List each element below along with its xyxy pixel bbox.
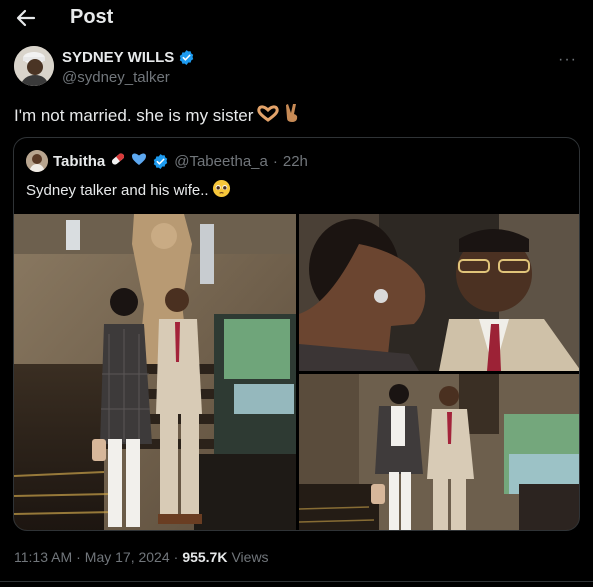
blue-heart-emoji-icon (131, 151, 147, 171)
couple-window-photo[interactable] (299, 374, 579, 530)
post-text-content: I'm not married. she is my sister (14, 105, 254, 125)
post-author: SYDNEY WILLS @sydney_talker ··· (14, 46, 579, 90)
quoted-avatar[interactable] (26, 150, 48, 172)
author-name-row[interactable]: SYDNEY WILLS (62, 49, 195, 66)
victory-hand-emoji-icon (283, 103, 301, 128)
dot-separator: · (173, 549, 179, 565)
quoted-media-grid (14, 214, 579, 530)
quoted-author-handle[interactable]: @Tabeetha_a (174, 153, 268, 170)
pleading-face-emoji-icon (212, 179, 231, 202)
avatar[interactable] (14, 46, 54, 86)
quoted-text-content: Sydney talker and his wife.. (26, 182, 209, 199)
pill-emoji-icon (110, 151, 126, 171)
quoted-verified-badge-icon (152, 153, 169, 170)
quoted-post[interactable]: Tabitha @Tabeetha_a · 22h Sydney talker … (13, 137, 580, 531)
quoted-post-header: Tabitha @Tabeetha_a · 22h (26, 150, 308, 172)
views-label: Views (231, 549, 269, 565)
views-count[interactable]: 955.7K (182, 549, 227, 565)
post-text: I'm not married. she is my sister (14, 103, 301, 128)
dot-separator: · (272, 152, 278, 170)
couple-staircase-photo[interactable] (14, 214, 296, 530)
dot-separator: · (76, 549, 81, 565)
post-date[interactable]: May 17, 2024 (85, 549, 170, 565)
author-name[interactable]: SYDNEY WILLS (62, 49, 174, 66)
author-handle[interactable]: @sydney_talker (62, 69, 170, 86)
page-title: Post (70, 6, 114, 28)
quoted-time[interactable]: 22h (283, 153, 308, 170)
arrow-left-icon[interactable] (14, 6, 38, 30)
post-meta: 11:13 AM · May 17, 2024 · 955.7K Views (14, 549, 269, 565)
post-time[interactable]: 11:13 AM (14, 549, 72, 565)
quoted-post-text: Sydney talker and his wife.. (26, 179, 231, 202)
verified-badge-icon (178, 49, 195, 66)
top-bar: Post (0, 0, 593, 36)
heart-hands-emoji-icon (257, 104, 280, 127)
couple-closeup-photo[interactable] (299, 214, 579, 371)
quoted-author-name[interactable]: Tabitha (53, 153, 105, 170)
more-options-icon[interactable]: ··· (558, 51, 577, 69)
divider (0, 581, 593, 582)
